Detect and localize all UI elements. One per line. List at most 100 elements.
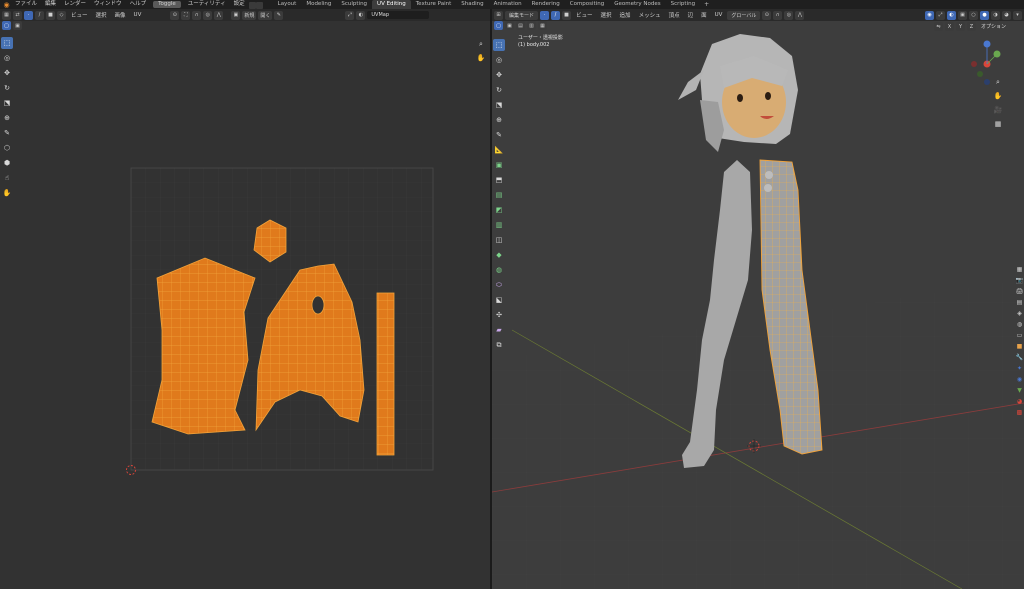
uv-island-strip[interactable] xyxy=(376,292,395,456)
knife-tool-icon[interactable]: ◫ xyxy=(493,234,505,246)
measure-tool-icon[interactable]: 📐 xyxy=(493,144,505,156)
spin-tool-icon[interactable]: ◍ xyxy=(493,264,505,276)
perspective-toggle-icon[interactable]: ▦ xyxy=(993,119,1003,129)
face-mode-icon[interactable]: ■ xyxy=(562,10,572,20)
island-select-icon[interactable]: ◇ xyxy=(57,10,66,20)
menu-edit[interactable]: 編集 xyxy=(41,0,60,9)
rip-tool-icon[interactable]: ✋ xyxy=(1,187,13,199)
pivot-icon[interactable]: ⊙ xyxy=(762,10,772,20)
proportional-icon-3d[interactable]: ◎ xyxy=(784,10,794,20)
falloff-icon-3d[interactable]: ⋀ xyxy=(795,10,805,20)
blender-logo-icon[interactable]: ◉ xyxy=(2,0,11,9)
mode-dropdown[interactable]: 編集モード xyxy=(505,10,539,20)
world-props-icon[interactable]: ◍ xyxy=(1016,321,1023,328)
falloff-icon[interactable]: ⋀ xyxy=(214,10,224,20)
loop-cut-tool-icon[interactable]: ▥ xyxy=(493,219,505,231)
wireframe-shading-icon[interactable]: ○ xyxy=(969,10,978,20)
mirror-z-button[interactable]: Z xyxy=(967,22,976,31)
viewport-canvas[interactable] xyxy=(492,30,1024,589)
transform-tool-icon[interactable]: ⊕ xyxy=(1,112,13,124)
mirror-y-button[interactable]: Y xyxy=(956,22,965,31)
vp-menu-view[interactable]: ビュー xyxy=(573,11,596,19)
new-image-button[interactable]: 新規 xyxy=(242,10,257,20)
vp-menu-add[interactable]: 追加 xyxy=(617,11,634,19)
pan-hand-icon-3d[interactable]: ✋ xyxy=(993,91,1003,101)
toggle-button[interactable]: Toggle xyxy=(153,1,181,8)
cursor-tool-icon[interactable]: ◎ xyxy=(1,52,13,64)
menu-file[interactable]: ファイル xyxy=(11,0,41,9)
transform-pivot-icon[interactable]: ⊙ xyxy=(170,10,180,20)
mirror-x-button[interactable]: X xyxy=(945,22,954,31)
data-props-icon[interactable]: ▼ xyxy=(1016,387,1023,394)
output-props-icon[interactable]: 🖨 xyxy=(1016,288,1024,295)
render-props-icon[interactable]: 📷 xyxy=(1016,277,1023,284)
vp-menu-edge[interactable]: 辺 xyxy=(685,11,697,19)
vertex-select-icon[interactable]: · xyxy=(24,10,33,20)
add-workspace-button[interactable]: + xyxy=(700,1,713,8)
menu-render[interactable]: レンダー xyxy=(60,0,90,9)
tab-uv-editing[interactable]: UV Editing xyxy=(372,0,411,9)
tab-geometry-nodes[interactable]: Geometry Nodes xyxy=(609,0,665,9)
rip-region-tool-icon[interactable]: ⧉ xyxy=(493,339,505,351)
relax-tool-icon[interactable]: ⬢ xyxy=(1,157,13,169)
tab-shading[interactable]: Shading xyxy=(456,0,488,9)
uv-menu-image[interactable]: 画像 xyxy=(112,11,129,19)
shrink-tool-icon[interactable]: ✣ xyxy=(493,309,505,321)
view-layer-icon[interactable]: ▤ xyxy=(1016,299,1023,306)
mirror-axis-icon[interactable]: ⇋ xyxy=(934,22,943,31)
uv-editor-panel[interactable]: ▦ ⇄ · / ■ ◇ ビュー 選択 画像 UV ⊙ ⛶ ∩ ◎ ⋀ ▣ 新規 … xyxy=(0,9,490,589)
tool-props-icon[interactable]: ▦ xyxy=(1016,266,1023,273)
snap-icon-3d[interactable]: ∩ xyxy=(773,10,783,20)
edge-select-icon[interactable]: / xyxy=(35,10,44,20)
editor-type-icon-3d[interactable]: ⊞ xyxy=(494,10,503,20)
material-shading-icon[interactable]: ◑ xyxy=(991,10,1000,20)
snap-icon[interactable]: ∩ xyxy=(192,10,202,20)
annotate-tool-icon[interactable]: ✎ xyxy=(1,127,13,139)
vertex-mode-icon[interactable]: · xyxy=(540,10,550,20)
poly-build-tool-icon[interactable]: ◆ xyxy=(493,249,505,261)
select-extend-icon-3d[interactable]: ▣ xyxy=(505,21,514,30)
select-invert-icon[interactable]: ▥ xyxy=(527,21,536,30)
collection-props-icon[interactable]: ▭ xyxy=(1016,332,1023,339)
uv-menu-uv[interactable]: UV xyxy=(131,12,145,18)
overlays-icon[interactable]: ◐ xyxy=(947,10,956,20)
image-browse-icon[interactable]: ▣ xyxy=(231,10,241,20)
grab-tool-icon[interactable]: ⬡ xyxy=(1,142,13,154)
select-tool-icon-3d[interactable]: ⬚ xyxy=(493,39,505,51)
camera-view-icon[interactable]: 🎥 xyxy=(993,105,1003,115)
menu-settings[interactable]: 設定 xyxy=(230,0,249,9)
zoom-icon-3d[interactable]: ⌕ xyxy=(993,77,1003,87)
tab-compositing[interactable]: Compositing xyxy=(565,0,609,9)
tab-texture-paint[interactable]: Texture Paint xyxy=(411,0,457,9)
rotate-tool-icon-3d[interactable]: ↻ xyxy=(493,84,505,96)
rendered-shading-icon[interactable]: ◕ xyxy=(1002,10,1011,20)
annotate-tool-icon-3d[interactable]: ✎ xyxy=(493,129,505,141)
select-tool-icon[interactable]: ⬚ xyxy=(1,37,13,49)
edge-mode-icon[interactable]: / xyxy=(551,10,561,20)
shear-tool-icon[interactable]: ▰ xyxy=(493,324,505,336)
zoom-icon[interactable]: ⌕ xyxy=(476,39,486,49)
object-props-icon[interactable]: ■ xyxy=(1016,343,1023,350)
tab-animation[interactable]: Animation xyxy=(489,0,527,9)
face-select-icon[interactable]: ■ xyxy=(46,10,55,20)
move-tool-icon-3d[interactable]: ✥ xyxy=(493,69,505,81)
inset-tool-icon[interactable]: ▤ xyxy=(493,189,505,201)
select-box-icon[interactable]: ▢ xyxy=(494,21,503,30)
shading-options-icon[interactable]: ▾ xyxy=(1013,10,1022,20)
transform-orientation-dropdown[interactable]: グローバル xyxy=(727,10,761,20)
physics-props-icon[interactable]: ◉ xyxy=(1016,376,1023,383)
tab-modeling[interactable]: Modeling xyxy=(301,0,336,9)
select-extend-icon[interactable]: ▣ xyxy=(13,21,22,30)
scale-tool-icon-3d[interactable]: ⬔ xyxy=(493,99,505,111)
viewport-panel[interactable]: ⊞ 編集モード · / ■ ビュー 選択 追加 メッシュ 頂点 辺 面 UV グ… xyxy=(492,9,1024,589)
smooth-tool-icon[interactable]: ⬭ xyxy=(493,279,505,291)
uv-menu-view[interactable]: ビュー xyxy=(68,11,91,19)
cursor-tool-icon-3d[interactable]: ◎ xyxy=(493,54,505,66)
vp-menu-select[interactable]: 選択 xyxy=(598,11,615,19)
dropdown-icon[interactable] xyxy=(255,1,263,9)
extrude-tool-icon[interactable]: ⬒ xyxy=(493,174,505,186)
texture-props-icon[interactable]: ▩ xyxy=(1016,409,1023,416)
modifier-props-icon[interactable]: 🔧 xyxy=(1016,354,1023,361)
sticky-select-icon[interactable]: ⛶ xyxy=(181,10,191,20)
tab-layout[interactable]: Layout xyxy=(273,0,302,9)
